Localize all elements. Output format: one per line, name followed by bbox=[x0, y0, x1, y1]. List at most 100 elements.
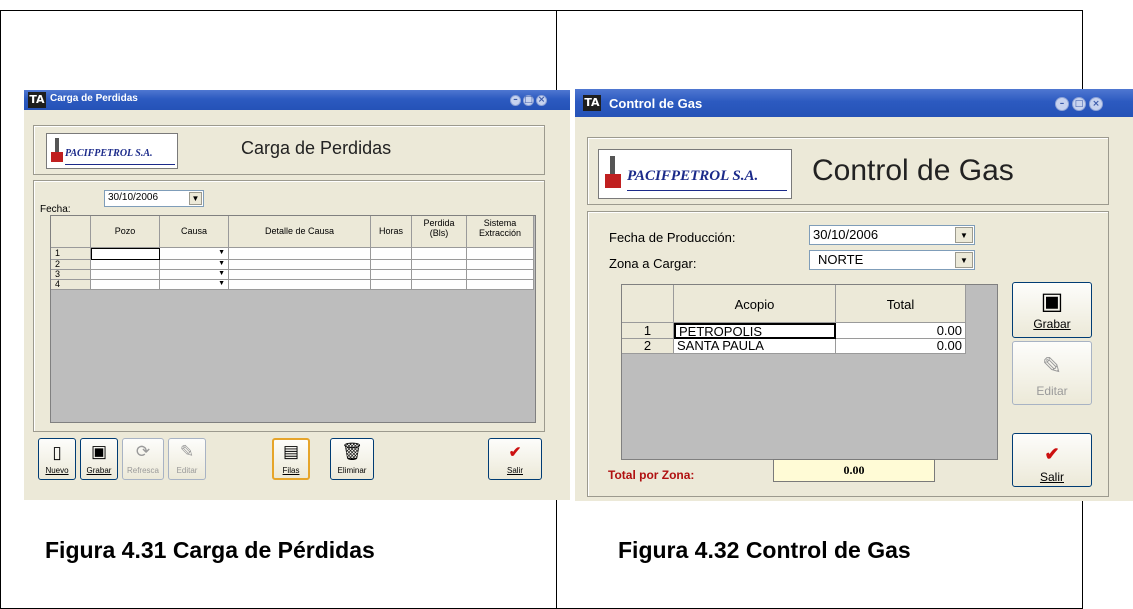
grid-corner bbox=[51, 216, 91, 248]
exit-icon: ✔ bbox=[508, 444, 522, 461]
eliminar-button[interactable]: 🗑 Eliminar bbox=[330, 438, 374, 480]
chevron-down-icon[interactable]: ▼ bbox=[189, 192, 202, 205]
perdida-cell[interactable] bbox=[412, 270, 467, 280]
causa-cell[interactable]: ▼ bbox=[160, 280, 229, 290]
detalle-cell[interactable] bbox=[229, 270, 371, 280]
acopio-grid[interactable]: Acopio Total 1 PETROPOLIS 0.00 2 SANTA P… bbox=[621, 284, 998, 460]
row-number: 2 bbox=[622, 339, 674, 354]
horas-cell[interactable] bbox=[371, 260, 412, 270]
salir-button[interactable]: ✔ Salir bbox=[1012, 433, 1092, 487]
logo-underline bbox=[627, 190, 787, 191]
acopio-cell[interactable]: SANTA PAULA bbox=[674, 339, 836, 354]
pozo-cell[interactable] bbox=[91, 248, 160, 260]
maximize-icon[interactable]: □ bbox=[523, 95, 534, 106]
sistema-cell[interactable] bbox=[467, 260, 534, 270]
zona-dropdown[interactable]: NORTE ▼ bbox=[809, 250, 975, 270]
perdidas-grid[interactable]: Pozo Causa Detalle de Causa Horas Perdid… bbox=[50, 215, 536, 423]
save-icon: ▣ bbox=[90, 442, 108, 461]
refresh-icon: ⟳ bbox=[135, 442, 151, 461]
form-panel: Fecha: 30/10/2006 ▼ Pozo Causa Detalle d… bbox=[33, 180, 545, 432]
perdida-cell[interactable] bbox=[412, 280, 467, 290]
nuevo-button[interactable]: ▯ Nuevo bbox=[38, 438, 76, 480]
oil-tower-icon bbox=[605, 156, 621, 188]
edit-icon: ✎ bbox=[1041, 353, 1063, 380]
editar-button[interactable]: ✎ Editar bbox=[1012, 341, 1092, 405]
fecha-produccion-label: Fecha de Producción: bbox=[609, 230, 736, 245]
chevron-down-icon[interactable]: ▼ bbox=[218, 260, 225, 267]
pozo-cell[interactable] bbox=[91, 260, 160, 270]
frame-top bbox=[0, 10, 1083, 11]
sistema-cell[interactable] bbox=[467, 280, 534, 290]
oil-tower-icon bbox=[51, 138, 63, 162]
exit-icon: ✔ bbox=[1044, 444, 1060, 464]
column-header[interactable]: Detalle de Causa bbox=[229, 216, 371, 248]
total-cell[interactable]: 0.00 bbox=[836, 323, 966, 339]
horas-cell[interactable] bbox=[371, 280, 412, 290]
refresca-button[interactable]: ⟳ Refresca bbox=[122, 438, 164, 480]
row-number: 1 bbox=[51, 248, 91, 260]
minimize-icon[interactable]: – bbox=[1055, 97, 1069, 111]
header-panel: PACIFPETROL S.A. Control de Gas bbox=[587, 137, 1109, 205]
control-gas-titlebar[interactable]: TA Control de Gas – □ × bbox=[575, 89, 1133, 117]
acopio-cell[interactable]: PETROPOLIS bbox=[674, 323, 836, 339]
carga-perdidas-titlebar[interactable]: TA Carga de Perdidas – □ × bbox=[24, 90, 570, 110]
minimize-icon[interactable]: – bbox=[510, 95, 521, 106]
carga-perdidas-window: TA Carga de Perdidas – □ × PACIFPETROL S… bbox=[24, 90, 570, 500]
logo-underline bbox=[65, 164, 175, 165]
grabar-button[interactable]: ▣ Grabar bbox=[1012, 282, 1092, 338]
column-header[interactable]: Sistema Extracción bbox=[467, 216, 534, 248]
column-header[interactable]: Acopio bbox=[674, 285, 836, 323]
delete-icon: 🗑 bbox=[341, 442, 363, 461]
close-icon[interactable]: × bbox=[1089, 97, 1103, 111]
editar-button[interactable]: ✎ Editar bbox=[168, 438, 206, 480]
app-icon: TA bbox=[28, 92, 46, 108]
maximize-icon[interactable]: □ bbox=[1072, 97, 1086, 111]
pozo-cell[interactable] bbox=[91, 270, 160, 280]
column-header[interactable]: Perdida (Bls) bbox=[412, 216, 467, 248]
chevron-down-icon[interactable]: ▼ bbox=[218, 249, 225, 256]
logo-text: PACIFPETROL S.A. bbox=[627, 168, 759, 184]
row-number: 4 bbox=[51, 280, 91, 290]
detalle-cell[interactable] bbox=[229, 280, 371, 290]
chevron-down-icon[interactable]: ▼ bbox=[218, 280, 225, 287]
rows-icon: ▤ bbox=[282, 442, 300, 461]
chevron-down-icon[interactable]: ▼ bbox=[218, 270, 225, 277]
horas-cell[interactable] bbox=[371, 248, 412, 260]
chevron-down-icon[interactable]: ▼ bbox=[955, 252, 973, 268]
causa-cell[interactable]: ▼ bbox=[160, 270, 229, 280]
causa-cell[interactable]: ▼ bbox=[160, 248, 229, 260]
header-panel: PACIFPETROL S.A. Carga de Perdidas bbox=[33, 125, 545, 175]
sistema-cell[interactable] bbox=[467, 248, 534, 260]
column-header[interactable]: Pozo bbox=[91, 216, 160, 248]
window-title: Control de Gas bbox=[609, 96, 703, 111]
chevron-down-icon[interactable]: ▼ bbox=[955, 227, 973, 243]
column-header[interactable]: Causa bbox=[160, 216, 229, 248]
grid-corner bbox=[622, 285, 674, 323]
pacifpetrol-logo: PACIFPETROL S.A. bbox=[598, 149, 792, 199]
new-icon: ▯ bbox=[52, 443, 62, 462]
close-icon[interactable]: × bbox=[536, 95, 547, 106]
row-number: 2 bbox=[51, 260, 91, 270]
perdida-cell[interactable] bbox=[412, 260, 467, 270]
fecha-dropdown[interactable]: 30/10/2006 ▼ bbox=[104, 190, 204, 207]
pacifpetrol-logo: PACIFPETROL S.A. bbox=[46, 133, 178, 169]
column-header[interactable]: Total bbox=[836, 285, 966, 323]
edit-icon: ✎ bbox=[179, 442, 195, 461]
detalle-cell[interactable] bbox=[229, 260, 371, 270]
pozo-cell[interactable] bbox=[91, 280, 160, 290]
total-cell[interactable]: 0.00 bbox=[836, 339, 966, 354]
filas-button[interactable]: ▤ Filas bbox=[272, 438, 310, 480]
page-title: Carga de Perdidas bbox=[241, 138, 392, 158]
zona-label: Zona a Cargar: bbox=[609, 256, 697, 271]
causa-cell[interactable]: ▼ bbox=[160, 260, 229, 270]
horas-cell[interactable] bbox=[371, 270, 412, 280]
salir-button[interactable]: ✔ Salir bbox=[488, 438, 542, 480]
sistema-cell[interactable] bbox=[467, 270, 534, 280]
grabar-button[interactable]: ▣ Grabar bbox=[80, 438, 118, 480]
figure-caption-right: Figura 4.32 Control de Gas bbox=[618, 537, 911, 563]
page-title: Control de Gas bbox=[812, 154, 1014, 187]
detalle-cell[interactable] bbox=[229, 248, 371, 260]
perdida-cell[interactable] bbox=[412, 248, 467, 260]
fecha-produccion-dropdown[interactable]: 30/10/2006 ▼ bbox=[809, 225, 975, 245]
column-header[interactable]: Horas bbox=[371, 216, 412, 248]
